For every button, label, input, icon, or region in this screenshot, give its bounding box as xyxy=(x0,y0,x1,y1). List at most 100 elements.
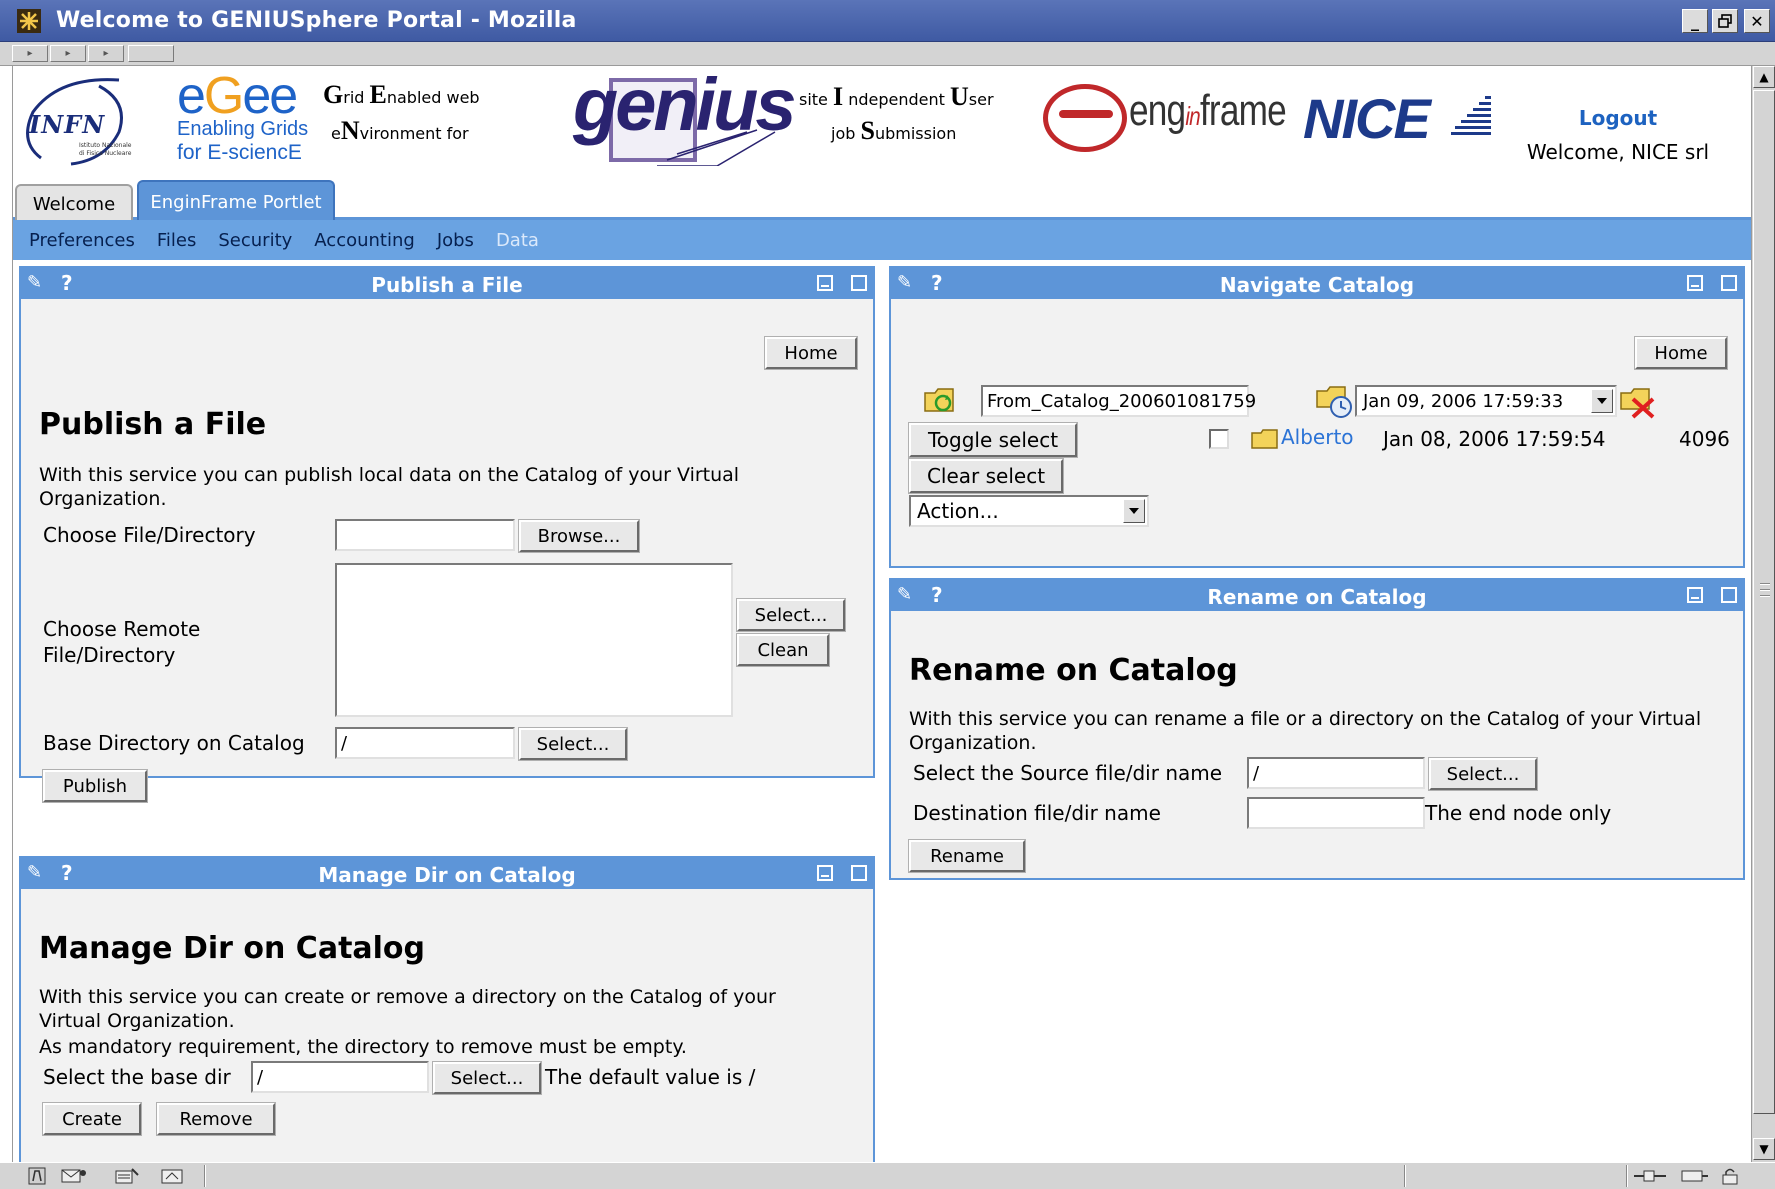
browser-toolbar-strip: ▸ ▸ ▸ xyxy=(0,42,1775,66)
sub-navigation: Preferences Files Security Accounting Jo… xyxy=(13,220,1751,260)
connection-icon xyxy=(1632,1167,1668,1185)
genius-logo: genius xyxy=(573,66,796,166)
maximize-icon[interactable] xyxy=(1721,587,1737,603)
egee-line2: for E-sciencE xyxy=(177,141,302,164)
scroll-down-icon[interactable]: ▼ xyxy=(1753,1138,1775,1160)
scrollbar-thumb[interactable] xyxy=(1753,90,1775,1114)
base-dir-select-button[interactable]: Select... xyxy=(432,1061,542,1095)
folder-icon xyxy=(1251,427,1279,451)
chevron-down-icon[interactable] xyxy=(1591,389,1613,413)
nice-wordmark: NICE xyxy=(1303,87,1431,150)
folder-date: Jan 08, 2006 17:59:54 xyxy=(1383,427,1606,451)
minimize-icon[interactable] xyxy=(1687,587,1703,603)
clear-select-button[interactable]: Clear select xyxy=(908,458,1064,494)
window-titlebar: Welcome to GENIUSphere Portal - Mozilla … xyxy=(0,0,1775,42)
history-folder-icon[interactable] xyxy=(1315,381,1355,419)
portlet-title: Rename on Catalog xyxy=(1207,585,1427,609)
genius-tagline-right-1: site I ndependent User xyxy=(799,82,994,111)
rename-button[interactable]: Rename xyxy=(908,839,1026,873)
source-input[interactable]: / xyxy=(1247,757,1425,789)
navigate-catalog-portlet: ✎ ? Navigate Catalog Home From_Catalog_2… xyxy=(889,266,1745,568)
mozilla-icon[interactable] xyxy=(28,1167,46,1185)
rename-catalog-portlet: ✎ ? Rename on Catalog Rename on Catalog … xyxy=(889,578,1745,880)
action-select-value: Action... xyxy=(917,499,999,523)
infn-line1: Istituto Nazionale xyxy=(79,142,132,149)
welcome-user-text: Welcome, NICE srl xyxy=(1526,140,1710,164)
toggle-select-button[interactable]: Toggle select xyxy=(908,422,1078,458)
refresh-folder-icon[interactable] xyxy=(923,383,957,417)
page-title: Publish a File xyxy=(39,407,267,442)
portlet-header: ✎ ? Publish a File xyxy=(21,268,873,299)
base-directory-input[interactable]: / xyxy=(335,727,515,759)
collapse-toolbar-1[interactable]: ▸ xyxy=(12,45,48,62)
subnav-preferences[interactable]: Preferences xyxy=(29,230,135,251)
base-directory-label: Base Directory on Catalog xyxy=(43,731,305,755)
portlet-header: ✎ ? Navigate Catalog xyxy=(891,268,1743,299)
create-button[interactable]: Create xyxy=(42,1102,142,1136)
local-file-input[interactable] xyxy=(335,519,515,551)
home-button[interactable]: Home xyxy=(1634,336,1728,370)
subnav-jobs[interactable]: Jobs xyxy=(437,230,474,251)
base-dir-label: Select the base dir xyxy=(43,1065,231,1089)
home-button[interactable]: Home xyxy=(764,336,858,370)
portlet-body: Rename on Catalog With this service you … xyxy=(891,611,1743,878)
remote-file-list[interactable] xyxy=(335,563,733,717)
destination-input[interactable] xyxy=(1247,797,1425,829)
folder-link[interactable]: Alberto xyxy=(1281,425,1354,449)
tab-welcome[interactable]: Welcome xyxy=(15,184,133,222)
restore-button[interactable] xyxy=(1712,9,1738,33)
default-value-note: The default value is / xyxy=(545,1065,756,1089)
portlet-title: Publish a File xyxy=(371,273,523,297)
date-select[interactable]: Jan 09, 2006 17:59:33 xyxy=(1355,385,1617,417)
vertical-scrollbar[interactable]: ▲ ▼ xyxy=(1751,66,1775,1162)
subnav-security[interactable]: Security xyxy=(218,230,292,251)
delete-folder-icon[interactable] xyxy=(1619,383,1659,421)
portlet-header: ✎ ? Manage Dir on Catalog xyxy=(21,858,873,889)
source-select-button[interactable]: Select... xyxy=(1428,757,1538,791)
row-checkbox[interactable] xyxy=(1209,429,1229,449)
manage-dir-portlet: ✎ ? Manage Dir on Catalog Manage Dir on … xyxy=(19,856,875,1162)
subnav-data[interactable]: Data xyxy=(496,230,539,251)
egee-logo: eGee Enabling Grids for E-sciencE xyxy=(173,67,323,172)
base-dir-input[interactable]: / xyxy=(251,1061,429,1093)
action-select[interactable]: Action... xyxy=(909,495,1149,527)
composer-icon[interactable] xyxy=(114,1167,140,1185)
clean-button[interactable]: Clean xyxy=(736,633,830,667)
logout-link[interactable]: Logout xyxy=(1503,106,1733,130)
minimize-icon[interactable] xyxy=(1687,275,1703,291)
collapse-toolbar-2[interactable]: ▸ xyxy=(50,45,86,62)
egee-line1: Enabling Grids xyxy=(177,118,309,140)
choose-remote-label-1: Choose Remote xyxy=(43,617,201,641)
close-button[interactable]: ✕ xyxy=(1744,9,1770,33)
publish-file-portlet: ✎ ? Publish a File Home Publish a File W… xyxy=(19,266,875,803)
maximize-icon[interactable] xyxy=(851,275,867,291)
publish-button[interactable]: Publish xyxy=(42,769,148,803)
portal-header: INFN Istituto Nazionale di Fisica Nuclea… xyxy=(13,66,1751,176)
minimize-button[interactable]: _ xyxy=(1682,9,1708,33)
mail-icon[interactable] xyxy=(60,1167,88,1185)
chevron-down-icon[interactable] xyxy=(1123,499,1145,523)
catalog-name-input[interactable]: From_Catalog_200601081759 xyxy=(981,385,1256,417)
minimize-icon[interactable] xyxy=(817,275,833,291)
collapse-toolbar-3[interactable]: ▸ xyxy=(88,45,124,62)
genius-tagline-left-2: eNvironment for xyxy=(331,116,469,145)
enginframe-logo: enginframe xyxy=(1037,76,1287,162)
addressbook-icon[interactable] xyxy=(160,1167,188,1185)
minimize-icon[interactable] xyxy=(817,865,833,881)
tab-enginframe-portlet[interactable]: EnginFrame Portlet xyxy=(137,180,335,222)
maximize-icon[interactable] xyxy=(1721,275,1737,291)
subnav-files[interactable]: Files xyxy=(157,230,197,251)
scroll-up-icon[interactable]: ▲ xyxy=(1753,66,1775,88)
page-viewport: INFN Istituto Nazionale di Fisica Nuclea… xyxy=(12,66,1751,1162)
toolbar-spacer xyxy=(128,45,174,62)
genius-tagline-left-1: Grid Enabled web xyxy=(323,80,480,109)
mozilla-app-icon[interactable] xyxy=(14,6,44,36)
maximize-icon[interactable] xyxy=(851,865,867,881)
security-lock-icon[interactable] xyxy=(1720,1167,1744,1185)
base-directory-select-button[interactable]: Select... xyxy=(518,727,628,761)
browse-button[interactable]: Browse... xyxy=(518,519,640,553)
remove-button[interactable]: Remove xyxy=(156,1102,276,1136)
portlet-body: Manage Dir on Catalog With this service … xyxy=(21,889,873,1162)
select-remote-button[interactable]: Select... xyxy=(736,598,846,632)
subnav-accounting[interactable]: Accounting xyxy=(314,230,415,251)
